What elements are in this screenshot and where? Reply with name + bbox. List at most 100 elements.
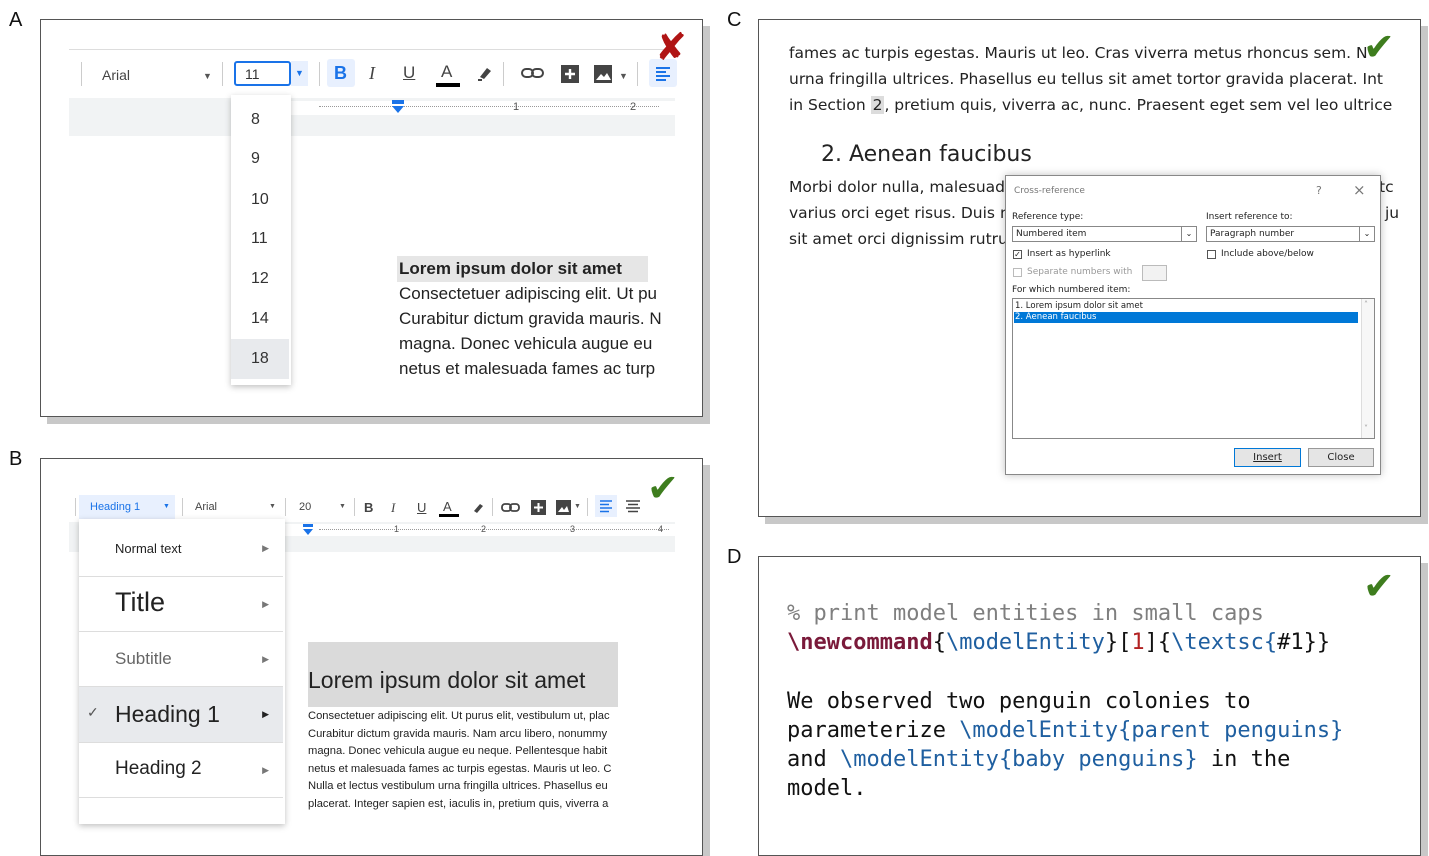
chevron-down-icon: ⌄ <box>1181 227 1196 241</box>
insert-hyperlink-label: Insert as hyperlink <box>1027 249 1111 259</box>
font-size-option-18[interactable]: 18 <box>231 339 289 379</box>
link-icon[interactable] <box>521 64 545 87</box>
style-select[interactable]: Heading 1 ▼ <box>79 495 175 519</box>
code-comment: % print model entities in small caps <box>787 601 1264 626</box>
chevron-right-icon: ▶ <box>262 599 269 609</box>
insert-hyperlink-checkbox[interactable]: ✓ <box>1013 250 1022 259</box>
doc-line: Nulla et lectus vestibulum urna fringill… <box>308 780 608 793</box>
separate-numbers-checkbox[interactable] <box>1013 268 1022 277</box>
list-item[interactable]: 1. Lorem ipsum dolor sit amet <box>1015 301 1143 311</box>
chevron-down-icon: ▼ <box>163 503 170 510</box>
chevron-right-icon: ▶ <box>262 543 269 553</box>
doc-paragraph: Morbi dolor nulla, malesuad varius orci … <box>789 178 1009 258</box>
image-icon[interactable] <box>556 500 571 520</box>
add-comment-icon[interactable] <box>531 500 546 520</box>
panel-label-c: C <box>727 9 742 31</box>
text-color-button[interactable]: A <box>437 496 461 520</box>
style-option-title[interactable]: Title ▶ <box>79 577 283 632</box>
bold-button[interactable]: B <box>327 59 355 87</box>
chevron-right-icon: ▶ <box>262 654 269 664</box>
ruler-mark-1: 1 <box>394 524 400 534</box>
doc-line: Consectetuer adipiscing elit. Ut pu <box>399 284 657 303</box>
doc-line-fragment: ju <box>1385 204 1400 222</box>
style-option-subtitle[interactable]: Subtitle ▶ <box>79 632 283 687</box>
doc-heading: Lorem ipsum dolor sit amet <box>308 667 586 693</box>
highlighter-icon[interactable] <box>470 499 486 520</box>
font-size-option-14[interactable]: 14 <box>231 299 289 339</box>
scrollbar[interactable]: ˄ ˅ <box>1361 299 1374 438</box>
doc-line: magna. Donec vehicula augue eu <box>399 334 653 353</box>
include-above-below-checkbox[interactable] <box>1207 250 1216 259</box>
panel-label-a: A <box>9 9 23 31</box>
code-line-newcommand: \newcommand{\modelEntity}[1]{\textsc{#1}… <box>787 630 1331 655</box>
doc-line: sit amet orci dignissim rutru <box>789 230 1008 248</box>
list-item-selected[interactable]: 2. Aenean faucibus <box>1014 312 1358 323</box>
close-button[interactable]: Close <box>1308 448 1374 467</box>
bold-button[interactable]: B <box>364 500 373 515</box>
style-option-heading-2[interactable]: Heading 2 ▶ <box>79 743 283 798</box>
doc-line: varius orci eget risus. Duis n <box>789 204 1009 222</box>
ruler-mark-1: 1 <box>513 101 520 113</box>
ruler-mark-2: 2 <box>481 524 487 534</box>
font-size-dropdown[interactable]: ▼ <box>291 61 308 86</box>
font-size-option-9[interactable]: 9 <box>231 139 289 179</box>
panel-label-d: D <box>727 546 742 568</box>
add-comment-icon[interactable] <box>560 64 580 89</box>
reference-type-select[interactable]: Numbered item ⌄ <box>1012 226 1197 242</box>
font-select[interactable]: Arial <box>102 67 130 83</box>
font-size-input[interactable]: 11 <box>234 61 291 86</box>
chevron-down-icon: ▼ <box>574 503 581 510</box>
font-size-option-10[interactable]: 10 <box>231 180 289 220</box>
font-select[interactable]: Arial <box>195 501 217 513</box>
style-option-heading-1[interactable]: ✓ Heading 1 ▶ <box>79 687 283 743</box>
close-icon[interactable]: × <box>1353 181 1366 199</box>
italic-button[interactable]: I <box>369 63 375 84</box>
font-size-menu: 8 9 10 11 12 14 18 <box>231 95 291 385</box>
insert-reference-select[interactable]: Paragraph number ⌄ <box>1206 226 1375 242</box>
font-size-option-8[interactable]: 8 <box>231 100 289 140</box>
ruler-mark-3: 3 <box>570 524 576 534</box>
font-size-option-11[interactable]: 11 <box>231 219 289 259</box>
chevron-down-icon: ▼ <box>339 503 346 510</box>
underline-button[interactable]: U <box>403 63 415 83</box>
image-icon[interactable] <box>593 64 613 89</box>
scroll-down-icon[interactable]: ˅ <box>1364 424 1368 433</box>
chevron-down-icon: ▼ <box>619 71 628 81</box>
underline-button[interactable]: U <box>417 500 426 515</box>
ruler: 1 2 <box>69 98 675 118</box>
cross-reference-field[interactable]: 2 <box>870 96 885 114</box>
doc-line: in Section 2, pretium quis, viverra ac, … <box>789 96 1392 114</box>
highlighter-icon[interactable] <box>475 62 495 87</box>
separate-numbers-label: Separate numbers with <box>1027 267 1133 277</box>
align-center-button[interactable] <box>622 495 644 522</box>
font-size-option-12[interactable]: 12 <box>231 259 289 299</box>
reference-type-label: Reference type: <box>1012 212 1084 222</box>
separator-input[interactable] <box>1142 265 1167 281</box>
code-line: We observed two penguin colonies to <box>787 689 1251 714</box>
font-size-select[interactable]: 20 <box>299 501 311 513</box>
italic-button[interactable]: I <box>391 500 395 516</box>
check-mark-icon: ✔ <box>647 466 679 510</box>
page-gutter <box>69 118 675 136</box>
insert-button[interactable]: Insert <box>1234 448 1301 467</box>
indent-marker-icon[interactable] <box>391 100 405 119</box>
panel-a: Arial ▼ 11 ▼ B I U A ▼ 1 2 8 9 10 11 12 … <box>40 19 703 417</box>
text-color-swatch <box>439 514 459 517</box>
section-heading: 2. Aenean faucibus <box>821 142 1032 167</box>
align-left-button[interactable] <box>595 495 617 517</box>
text-color-button[interactable]: A <box>433 60 463 90</box>
numbered-item-list[interactable]: 1. Lorem ipsum dolor sit amet 2. Aenean … <box>1012 298 1375 439</box>
ruler-mark-2: 2 <box>630 101 637 113</box>
cross-mark-icon: ✘ <box>655 25 687 69</box>
include-above-below-label: Include above/below <box>1221 249 1314 259</box>
checkmark-icon: ✓ <box>87 704 99 720</box>
panel-d: % print model entities in small caps \ne… <box>758 556 1421 856</box>
style-option-normal-text[interactable]: Normal text ▶ <box>79 521 283 577</box>
help-icon[interactable]: ? <box>1316 184 1322 197</box>
link-icon[interactable] <box>501 501 521 520</box>
ruler-mark-4: 4 <box>658 524 664 534</box>
scroll-up-icon[interactable]: ˄ <box>1364 300 1368 309</box>
doc-line: Curabitur dictum gravida mauris. N <box>399 309 662 328</box>
code-line: and \modelEntity{baby penguins} in the <box>787 747 1291 772</box>
chevron-down-icon: ▼ <box>295 68 304 78</box>
